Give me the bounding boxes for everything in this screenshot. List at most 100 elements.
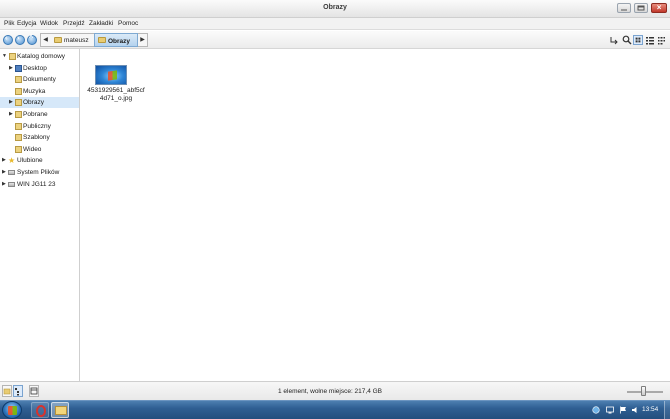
title-bar: Obrazy × [0,0,670,18]
taskbar: 13:54 [0,400,670,419]
sidebar: ▼ Katalog domowy ▶ Desktop Dokumenty Muz… [0,49,80,381]
icon-view-button[interactable] [633,35,643,45]
menu-edycja[interactable]: Edycja [17,20,37,27]
show-desktop-button[interactable] [664,401,670,419]
menu-zakladki[interactable]: Zakładki [89,20,113,27]
breadcrumb-current-label: Obrazy [108,37,131,45]
breadcrumb-right-arrow-button[interactable]: ▶ [138,35,147,46]
sidebar-item-katalog-domowy[interactable]: ▼ Katalog domowy [0,51,79,62]
close-button[interactable]: × [651,3,667,13]
maximize-button[interactable] [634,3,648,13]
folder-icon [15,76,22,83]
menu-przejdz[interactable]: Przejdź [63,20,85,27]
expand-down-icon[interactable]: ▼ [2,53,8,59]
sidebar-item-label: Publiczny [23,123,51,130]
minimize-button[interactable] [617,3,631,13]
sidebar-tree-button[interactable] [13,385,23,397]
sidebar-item-dokumenty[interactable]: Dokumenty [0,74,79,85]
list-view-button[interactable] [645,35,655,45]
folder-icon [15,111,22,118]
desktop-folder-icon [15,65,22,72]
breadcrumb: ◀ mateusz Obrazy ▶ [40,33,148,47]
folder-icon [15,146,22,153]
sidebar-item-desktop[interactable]: ▶ Desktop [0,63,79,74]
sidebar-item-label: Pobrane [23,111,48,118]
folder-icon [15,88,22,95]
sidebar-item-label: Katalog domowy [17,53,66,60]
maximize-icon [637,5,645,11]
up-button[interactable]: ^ [27,35,37,45]
menu-widok[interactable]: Widok [40,20,58,27]
sidebar-item-szablony[interactable]: Szablony [0,132,79,143]
folder-icon [15,99,22,106]
volume-icon[interactable] [631,406,639,414]
forward-button[interactable]: › [15,35,25,45]
home-folder-icon [9,53,16,60]
file-name: 4531929561_abf5cf4d71_o.jpg [87,87,145,102]
compact-view-button[interactable] [657,35,667,45]
sidebar-item-label: Ulubione [17,157,43,164]
folder-icon [54,37,62,43]
flag-icon[interactable] [619,406,627,414]
close-sidebar-button[interactable] [29,385,39,397]
sidebar-item-label: WIN JG11 23 [17,181,56,188]
taskbar-file-manager-button[interactable] [51,402,69,418]
taskbar-opera-button[interactable] [31,402,49,418]
toolbar: ‹ › ^ ◀ mateusz Obrazy ▶ [0,31,670,49]
star-icon: ★ [8,156,16,165]
status-bar: 1 element, wolne miejsce: 217,4 GB [0,381,670,400]
folder-icon [15,123,22,130]
network-globe-icon[interactable] [592,406,600,414]
breadcrumb-parent-label: mateusz [64,37,89,44]
tree-icon [15,388,19,396]
drive-icon [8,170,15,175]
monitor-icon[interactable] [606,406,614,414]
sidebar-item-label: Muzyka [23,88,46,95]
sidebar-item-label: Szablony [23,134,50,141]
image-thumbnail-icon [95,65,127,85]
start-button[interactable] [2,401,22,419]
sidebar-item-ulubione[interactable]: ▶ ★ Ulubione [0,155,79,166]
status-text: 1 element, wolne miejsce: 217,4 GB [277,388,383,395]
sidebar-item-publiczny[interactable]: Publiczny [0,121,79,132]
sidebar-item-system-plikow[interactable]: ▶ System Plików [0,167,79,178]
breadcrumb-item-current[interactable]: Obrazy [94,33,138,47]
close-icon: × [656,3,662,12]
sidebar-item-obrazy[interactable]: ▶ Obrazy [0,97,79,108]
back-button[interactable]: ‹ [3,35,13,45]
back-arrow-icon: ‹ [5,35,8,42]
breadcrumb-left-arrow-button[interactable]: ◀ [41,35,50,46]
sidebar-item-label: Wideo [23,146,42,153]
sidebar-item-label: Desktop [23,65,47,72]
sidebar-item-muzyka[interactable]: Muzyka [0,86,79,97]
menu-plik[interactable]: Plik [4,20,14,27]
windows-logo-icon [8,406,17,415]
file-view[interactable]: 4531929561_abf5cf4d71_o.jpg [81,49,670,381]
window-title: Obrazy [323,4,347,11]
breadcrumb-item-parent[interactable]: mateusz [51,34,93,46]
folder-icon [3,388,11,395]
up-arrow-icon: ^ [29,35,34,42]
zoom-slider-handle[interactable] [641,386,646,396]
folder-icon [15,134,22,141]
clock[interactable]: 13:54 [642,406,658,413]
file-manager-icon [55,406,67,415]
location-toggle-icon[interactable] [609,35,619,45]
forward-arrow-icon: › [17,35,20,42]
panel-icon [30,387,38,395]
file-item[interactable]: 4531929561_abf5cf4d71_o.jpg [86,65,146,110]
opera-icon [36,405,46,417]
sidebar-item-label: System Plików [17,169,60,176]
sidebar-item-win-jg11-23[interactable]: ▶ WIN JG11 23 [0,179,79,190]
drive-icon [8,182,15,187]
sidebar-item-label: Dokumenty [23,76,56,83]
sidebar-item-label: Obrazy [23,99,44,106]
menu-bar: Plik Edycja Widok Przejdź Zakładki Pomoc [0,18,670,30]
search-icon[interactable] [622,35,632,45]
menu-pomoc[interactable]: Pomoc [118,20,138,27]
windows-logo-icon [108,70,117,81]
sidebar-item-pobrane[interactable]: ▶ Pobrane [0,109,79,120]
folder-icon [98,37,106,43]
sidebar-item-wideo[interactable]: Wideo [0,144,79,155]
sidebar-places-button[interactable] [2,385,12,397]
